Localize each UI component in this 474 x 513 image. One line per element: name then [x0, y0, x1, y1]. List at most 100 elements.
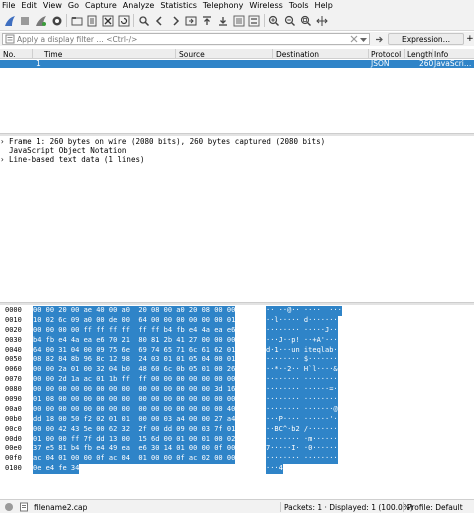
byte-ascii[interactable]: ···4 [266, 464, 283, 475]
restart-icon[interactable] [35, 14, 48, 27]
byte-ascii[interactable]: ··*··2·· H`l····& [266, 365, 338, 376]
byte-hex[interactable]: 08 82 84 8b 96 8c 12 98 24 03 01 01 05 0… [33, 355, 236, 366]
column-divider [32, 49, 33, 59]
display-filter-input[interactable] [17, 34, 351, 44]
byte-ascii[interactable]: ········ ········ [266, 395, 338, 405]
detail-line-text-data[interactable]: › Line-based text data (1 lines) [0, 155, 474, 164]
bytes-row: 00f0 ac 04 01 00 00 0f ac 04 01 00 00 0f … [0, 454, 474, 465]
status-profile[interactable]: Profile: Default [407, 503, 463, 512]
capture-file-properties-icon[interactable] [19, 502, 29, 512]
recent-filters-dropdown-icon[interactable] [359, 35, 368, 44]
status-bar: filename2.cap Packets: 1 · Displayed: 1 … [0, 499, 474, 513]
byte-hex[interactable]: 00 00 00 00 00 00 00 00 00 00 00 00 00 0… [33, 404, 236, 415]
status-separator [280, 502, 281, 512]
byte-ascii[interactable]: ········ ·······@ [266, 404, 338, 415]
byte-hex[interactable]: 00 00 00 00 ff ff ff ff ff ff b4 fb e4 4… [33, 325, 236, 336]
detail-line-json[interactable]: JavaScript Object Notation [0, 146, 474, 155]
menu-wireless[interactable]: Wireless [249, 1, 282, 10]
menu-go[interactable]: Go [68, 1, 79, 10]
expression-button[interactable]: Expression… [388, 33, 465, 45]
go-forward-icon[interactable] [169, 14, 182, 27]
byte-hex[interactable]: 00 00 2d 1a ac 01 1b ff ff 00 00 00 00 0… [33, 375, 236, 386]
go-back-icon[interactable] [153, 14, 166, 27]
byte-ascii[interactable]: 7·····I· ·0······ [266, 444, 338, 455]
byte-hex[interactable]: 00 00 2a 01 00 32 04 b0 48 60 6c 0b 05 0… [33, 365, 236, 376]
stop-icon[interactable] [19, 14, 32, 27]
column-protocol[interactable]: Protocol [371, 50, 401, 59]
column-time[interactable]: Time [44, 50, 62, 59]
clear-filter-icon[interactable] [350, 35, 358, 43]
go-last-icon[interactable] [216, 14, 229, 27]
save-file-icon[interactable] [86, 14, 99, 27]
byte-offset: 00b0 [5, 414, 22, 423]
byte-hex[interactable]: 10 02 6c 09 a0 00 de 00 64 00 00 00 00 0… [33, 315, 236, 326]
byte-ascii[interactable]: ········ ······=· [266, 385, 338, 396]
pane-splitter[interactable] [0, 133, 474, 136]
byte-ascii[interactable]: ········ ·m······ [266, 434, 338, 445]
byte-hex[interactable]: dd 18 00 50 f2 02 01 01 00 00 03 a4 00 0… [33, 414, 236, 425]
zoom-in-icon[interactable] [268, 14, 281, 27]
byte-hex[interactable]: ac 04 01 00 00 0f ac 04 01 00 00 0f ac 0… [33, 454, 236, 465]
byte-offset: 0050 [5, 355, 22, 364]
byte-ascii[interactable]: ··BC^·b2 /······· [266, 424, 338, 435]
byte-hex[interactable]: 01 08 00 00 00 00 00 00 00 00 00 00 00 0… [33, 395, 236, 405]
column-source[interactable]: Source [179, 50, 205, 59]
shark-fin-start-icon[interactable] [3, 14, 16, 27]
byte-ascii[interactable]: ···P···· ······'· [266, 414, 338, 425]
menu-edit[interactable]: Edit [21, 1, 37, 10]
apply-filter-button[interactable] [373, 34, 385, 45]
column-destination[interactable]: Destination [276, 50, 319, 59]
column-no[interactable]: No. [3, 50, 15, 59]
status-packet-count: Packets: 1 · Displayed: 1 (100.0%) [284, 503, 413, 512]
expert-info-icon[interactable] [4, 502, 14, 512]
menu-telephony[interactable]: Telephony [203, 1, 243, 10]
byte-ascii[interactable]: ········ ········ [266, 454, 338, 465]
column-divider [175, 49, 176, 59]
zoom-out-icon[interactable] [284, 14, 297, 27]
byte-hex[interactable]: 01 00 00 ff 7f dd 13 00 15 6d 00 01 00 0… [33, 434, 236, 445]
menu-analyze[interactable]: Analyze [123, 1, 155, 10]
zoom-reset-icon[interactable] [299, 14, 312, 27]
status-file-name: filename2.cap [34, 503, 88, 512]
byte-ascii[interactable]: ········ ·····J·· [266, 325, 338, 336]
colorize-icon[interactable] [248, 14, 261, 27]
resize-columns-icon[interactable] [315, 14, 328, 27]
column-length[interactable]: Length [407, 50, 433, 59]
byte-hex[interactable]: 00 00 00 00 00 00 00 00 00 00 00 00 00 0… [33, 385, 236, 396]
byte-hex[interactable]: 37 e5 81 b4 fb e4 49 ea e6 30 14 01 00 0… [33, 444, 236, 455]
menu-help[interactable]: Help [315, 1, 333, 10]
detail-line-frame[interactable]: › Frame 1: 260 bytes on wire (2080 bits)… [0, 137, 474, 146]
menu-file[interactable]: File [2, 1, 15, 10]
options-gear-icon[interactable] [50, 14, 63, 27]
byte-ascii[interactable]: d·1···un iteqlab· [266, 345, 338, 356]
byte-hex[interactable]: 00 00 42 43 5e 00 62 32 2f 00 dd 09 00 0… [33, 424, 236, 435]
go-to-packet-icon[interactable] [185, 14, 198, 27]
byte-ascii[interactable]: ··-····· ········ [266, 375, 338, 386]
menu-capture[interactable]: Capture [85, 1, 117, 10]
menu-tools[interactable]: Tools [289, 1, 309, 10]
menu-view[interactable]: View [43, 1, 62, 10]
byte-ascii[interactable]: ········ $······· [266, 355, 338, 366]
add-filter-button[interactable]: + [466, 34, 474, 44]
go-first-icon[interactable] [201, 14, 214, 27]
close-file-icon[interactable] [102, 14, 115, 27]
display-filter-field[interactable] [2, 33, 371, 45]
open-folder-icon[interactable] [70, 14, 83, 27]
packet-row[interactable]: 1 JSON 260 JavaScri… [0, 60, 474, 68]
bookmark-filter-icon[interactable] [5, 34, 15, 44]
find-icon[interactable] [137, 14, 150, 27]
reload-icon[interactable] [118, 14, 131, 27]
autoscroll-icon[interactable] [232, 14, 245, 27]
byte-ascii[interactable]: ··l····· d······· [266, 315, 338, 326]
packet-length: 260 [419, 59, 434, 68]
column-info[interactable]: Info [434, 50, 448, 59]
pane-splitter[interactable] [0, 302, 474, 305]
toolbar-separator [133, 14, 135, 27]
byte-hex[interactable]: 64 00 31 04 00 09 75 6e 69 74 65 71 6c 6… [33, 345, 236, 356]
byte-hex[interactable]: b4 fb e4 4a ea e6 70 21 80 81 2b 41 27 0… [33, 335, 236, 346]
byte-hex[interactable]: 0e e4 fe 34 [33, 464, 80, 475]
byte-ascii[interactable]: ·· ··@·· ···· ··· [266, 306, 342, 316]
byte-hex[interactable]: 00 00 20 00 ae 40 00 a0 20 08 00 a0 20 0… [33, 306, 236, 316]
byte-ascii[interactable]: ···J··p! ··+A'··· [266, 335, 338, 346]
menu-statistics[interactable]: Statistics [160, 1, 197, 10]
